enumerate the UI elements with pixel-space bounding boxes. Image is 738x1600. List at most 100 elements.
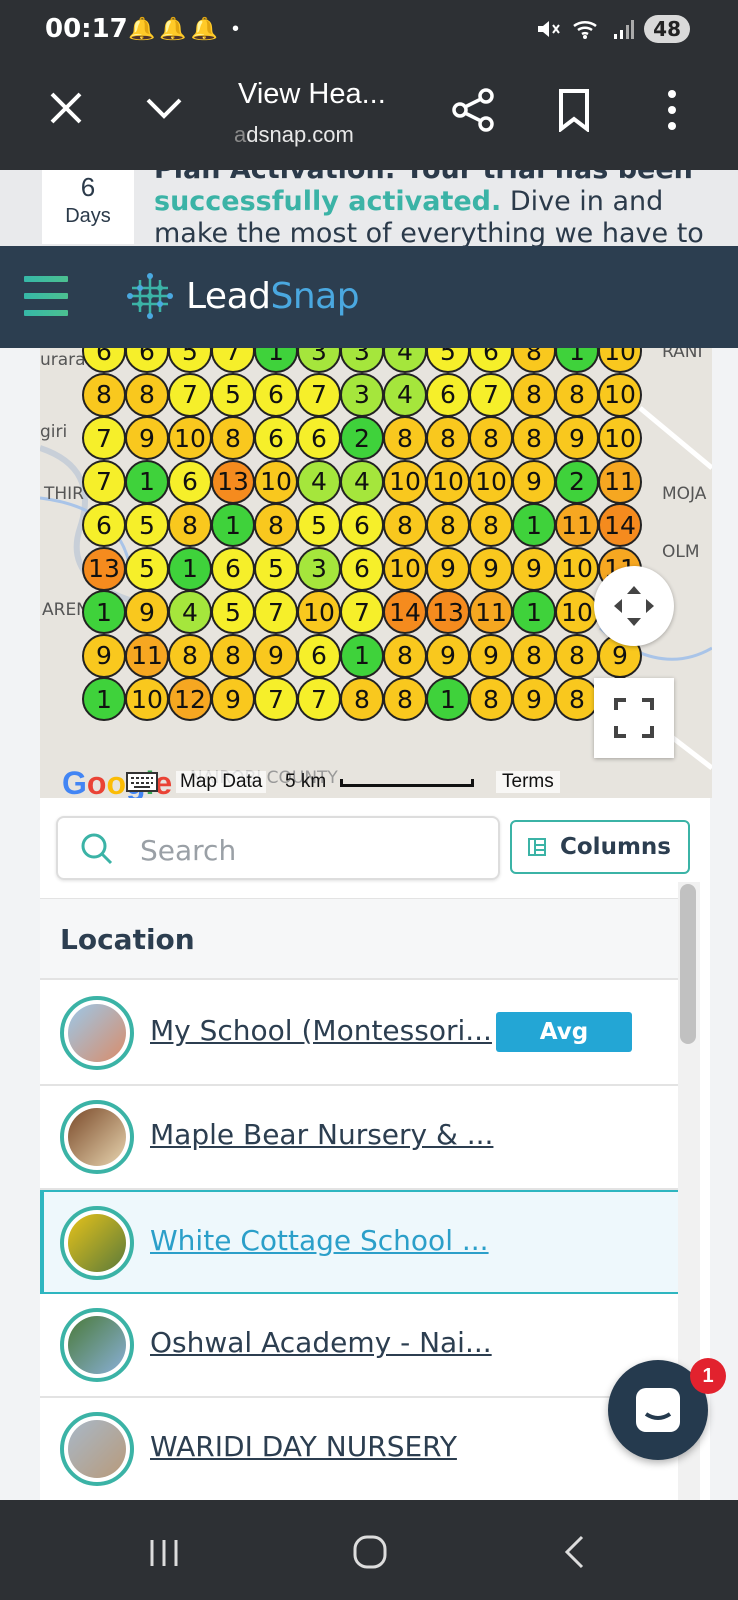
rank-circle[interactable]: 8 [340, 677, 384, 721]
rank-circle[interactable]: 10 [426, 459, 470, 504]
rank-circle[interactable]: 5 [297, 503, 341, 547]
rank-circle[interactable]: 4 [297, 459, 341, 504]
rank-circle[interactable]: 8 [383, 677, 427, 721]
location-column-header[interactable]: Location [40, 898, 680, 980]
rank-circle[interactable]: 1 [211, 503, 255, 547]
rank-circle[interactable]: 1 [426, 677, 470, 721]
rank-circle[interactable]: 1 [168, 546, 212, 591]
rank-circle[interactable]: 8 [168, 503, 212, 547]
rank-circle[interactable]: 11 [598, 459, 642, 504]
map-data-link[interactable]: Map Data [176, 771, 267, 793]
rank-circle[interactable]: 9 [211, 677, 255, 721]
back-icon[interactable] [562, 1534, 586, 1570]
rank-circle[interactable]: 6 [340, 546, 384, 591]
rank-circle[interactable]: 1 [125, 459, 169, 504]
rank-circle[interactable]: 7 [82, 459, 126, 504]
rank-circle[interactable]: 8 [254, 503, 298, 547]
rank-circle[interactable]: 9 [254, 633, 298, 678]
rank-circle[interactable]: 8 [168, 633, 212, 678]
rank-circle[interactable]: 8 [383, 633, 427, 678]
rank-circle[interactable]: 1 [340, 633, 384, 678]
search-input[interactable]: Search [56, 816, 500, 880]
rank-circle[interactable]: 1 [82, 677, 126, 721]
rank-circle[interactable]: 10 [383, 459, 427, 504]
rank-circle[interactable]: 10 [598, 416, 642, 460]
rank-circle[interactable]: 12 [168, 677, 212, 721]
rank-circle[interactable]: 13 [426, 590, 470, 634]
table-row[interactable]: Oshwal Academy - Nai... [40, 1294, 680, 1398]
rank-circle[interactable]: 8 [383, 416, 427, 460]
table-row-selected[interactable]: White Cottage School ... [40, 1190, 680, 1294]
rank-circle[interactable]: 9 [555, 416, 599, 460]
rank-circle[interactable]: 5 [125, 546, 169, 591]
rank-circle[interactable]: 8 [426, 503, 470, 547]
rank-circle[interactable]: 2 [555, 459, 599, 504]
rank-circle[interactable]: 6 [297, 416, 341, 460]
rank-circle[interactable]: 14 [598, 503, 642, 547]
map-view[interactable]: urara giri THIR AREN RANI MOJA OLM NAIRO… [40, 348, 712, 798]
rank-circle[interactable]: 10 [297, 590, 341, 634]
location-name-link[interactable]: Oshwal Academy - Nai... [150, 1326, 492, 1359]
rank-circle[interactable]: 10 [598, 372, 642, 417]
location-name-link[interactable]: White Cottage School ... [150, 1224, 489, 1257]
table-row[interactable]: My School (Montessori... Avg [40, 982, 680, 1086]
rank-circle[interactable]: 6 [82, 503, 126, 547]
rank-circle[interactable]: 8 [125, 372, 169, 417]
scrollbar-thumb[interactable] [680, 884, 696, 1044]
rank-circle[interactable]: 1 [512, 590, 556, 634]
close-icon[interactable] [46, 88, 86, 128]
recent-apps-icon[interactable] [146, 1538, 182, 1568]
rank-circle[interactable]: 9 [125, 590, 169, 634]
rank-circle[interactable]: 8 [211, 416, 255, 460]
columns-button[interactable]: Columns [510, 820, 690, 874]
rank-circle[interactable]: 9 [426, 546, 470, 591]
rank-circle[interactable]: 5 [211, 372, 255, 417]
rank-circle[interactable]: 3 [340, 372, 384, 417]
rank-circle[interactable]: 9 [82, 633, 126, 678]
rank-circle[interactable]: 7 [254, 590, 298, 634]
rank-circle[interactable]: 6 [254, 416, 298, 460]
rank-circle[interactable]: 11 [555, 503, 599, 547]
rank-circle[interactable]: 10 [254, 459, 298, 504]
rank-circle[interactable]: 5 [211, 590, 255, 634]
rank-circle[interactable]: 8 [469, 503, 513, 547]
home-icon[interactable] [352, 1534, 388, 1570]
rank-circle[interactable]: 9 [469, 633, 513, 678]
location-name-link[interactable]: Maple Bear Nursery & ... [150, 1118, 493, 1151]
rank-circle[interactable]: 5 [125, 503, 169, 547]
rank-circle[interactable]: 7 [469, 372, 513, 417]
rank-circle[interactable]: 8 [555, 633, 599, 678]
rank-circle[interactable]: 8 [383, 503, 427, 547]
rank-circle[interactable]: 10 [125, 677, 169, 721]
leadsnap-logo[interactable]: LeadSnap [124, 270, 360, 322]
rank-circle[interactable]: 6 [340, 503, 384, 547]
rank-circle[interactable]: 6 [426, 372, 470, 417]
rank-circle[interactable]: 4 [340, 459, 384, 504]
fullscreen-button[interactable] [594, 678, 674, 758]
chevron-down-icon[interactable] [142, 88, 186, 128]
hamburger-menu-icon[interactable] [24, 276, 68, 320]
rank-circle[interactable]: 10 [469, 459, 513, 504]
table-row[interactable]: Maple Bear Nursery & ... [40, 1086, 680, 1190]
rank-circle[interactable]: 6 [211, 546, 255, 591]
rank-circle[interactable]: 14 [383, 590, 427, 634]
rank-circle[interactable]: 2 [340, 416, 384, 460]
terms-link[interactable]: Terms [496, 771, 560, 793]
rank-circle[interactable]: 7 [254, 677, 298, 721]
share-icon[interactable] [452, 88, 496, 132]
rank-circle[interactable]: 8 [555, 372, 599, 417]
rank-circle[interactable]: 7 [297, 677, 341, 721]
rank-circle[interactable]: 9 [469, 546, 513, 591]
rank-circle[interactable]: 11 [469, 590, 513, 634]
more-options-icon[interactable] [660, 88, 684, 132]
rank-circle[interactable]: 9 [512, 459, 556, 504]
rank-circle[interactable]: 1 [82, 590, 126, 634]
rank-circle[interactable]: 8 [469, 677, 513, 721]
rank-circle[interactable]: 8 [512, 633, 556, 678]
rank-circle[interactable]: 8 [82, 372, 126, 417]
rank-circle[interactable]: 11 [125, 633, 169, 678]
rank-circle[interactable]: 10 [383, 546, 427, 591]
location-name-link[interactable]: WARIDI DAY NURSERY [150, 1430, 457, 1463]
location-name-link[interactable]: My School (Montessori... [150, 1014, 492, 1047]
rank-circle[interactable]: 7 [340, 590, 384, 634]
